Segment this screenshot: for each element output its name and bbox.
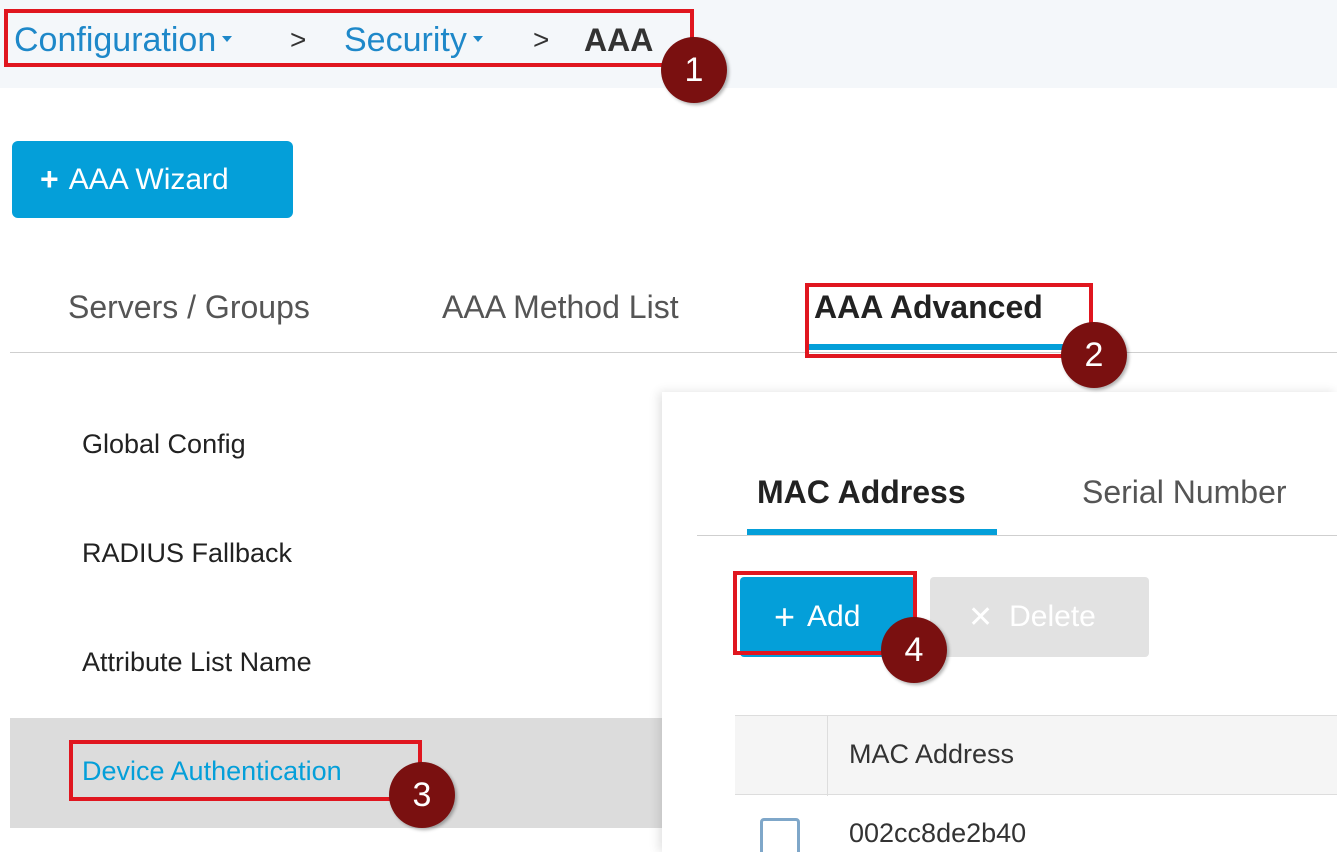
subtabs-divider bbox=[697, 535, 1337, 536]
table-cell-mac-address: 002cc8de2b40 bbox=[849, 818, 1027, 848]
annotation-box-breadcrumb bbox=[4, 9, 694, 67]
annotation-badge-1: 1 bbox=[661, 37, 727, 103]
tabs-divider bbox=[10, 352, 1337, 353]
column-header-mac-address[interactable]: MAC Address bbox=[849, 736, 1014, 772]
column-separator bbox=[827, 716, 828, 796]
annotation-box-device-authentication bbox=[69, 740, 422, 801]
side-item-attribute-list-name[interactable]: Attribute List Name bbox=[82, 644, 312, 680]
tab-serial-number[interactable]: Serial Number bbox=[1082, 472, 1287, 512]
plus-icon: + bbox=[40, 161, 59, 197]
row-checkbox[interactable] bbox=[760, 818, 800, 852]
annotation-badge-3: 3 bbox=[389, 762, 455, 828]
delete-button[interactable]: ✕ Delete bbox=[930, 577, 1149, 657]
aaa-wizard-button[interactable]: + AAA Wizard bbox=[12, 141, 293, 218]
table-header: MAC Address bbox=[735, 715, 1337, 796]
tab-mac-address[interactable]: MAC Address bbox=[757, 472, 966, 512]
annotation-box-aaa-advanced bbox=[805, 283, 1093, 358]
tab-servers-groups[interactable]: Servers / Groups bbox=[68, 285, 310, 329]
side-item-global-config[interactable]: Global Config bbox=[82, 426, 246, 462]
close-icon: ✕ bbox=[968, 600, 994, 634]
annotation-badge-4: 4 bbox=[881, 617, 947, 683]
annotation-badge-2: 2 bbox=[1061, 322, 1127, 388]
tab-aaa-method-list[interactable]: AAA Method List bbox=[442, 285, 679, 329]
side-item-radius-fallback[interactable]: RADIUS Fallback bbox=[82, 535, 292, 571]
